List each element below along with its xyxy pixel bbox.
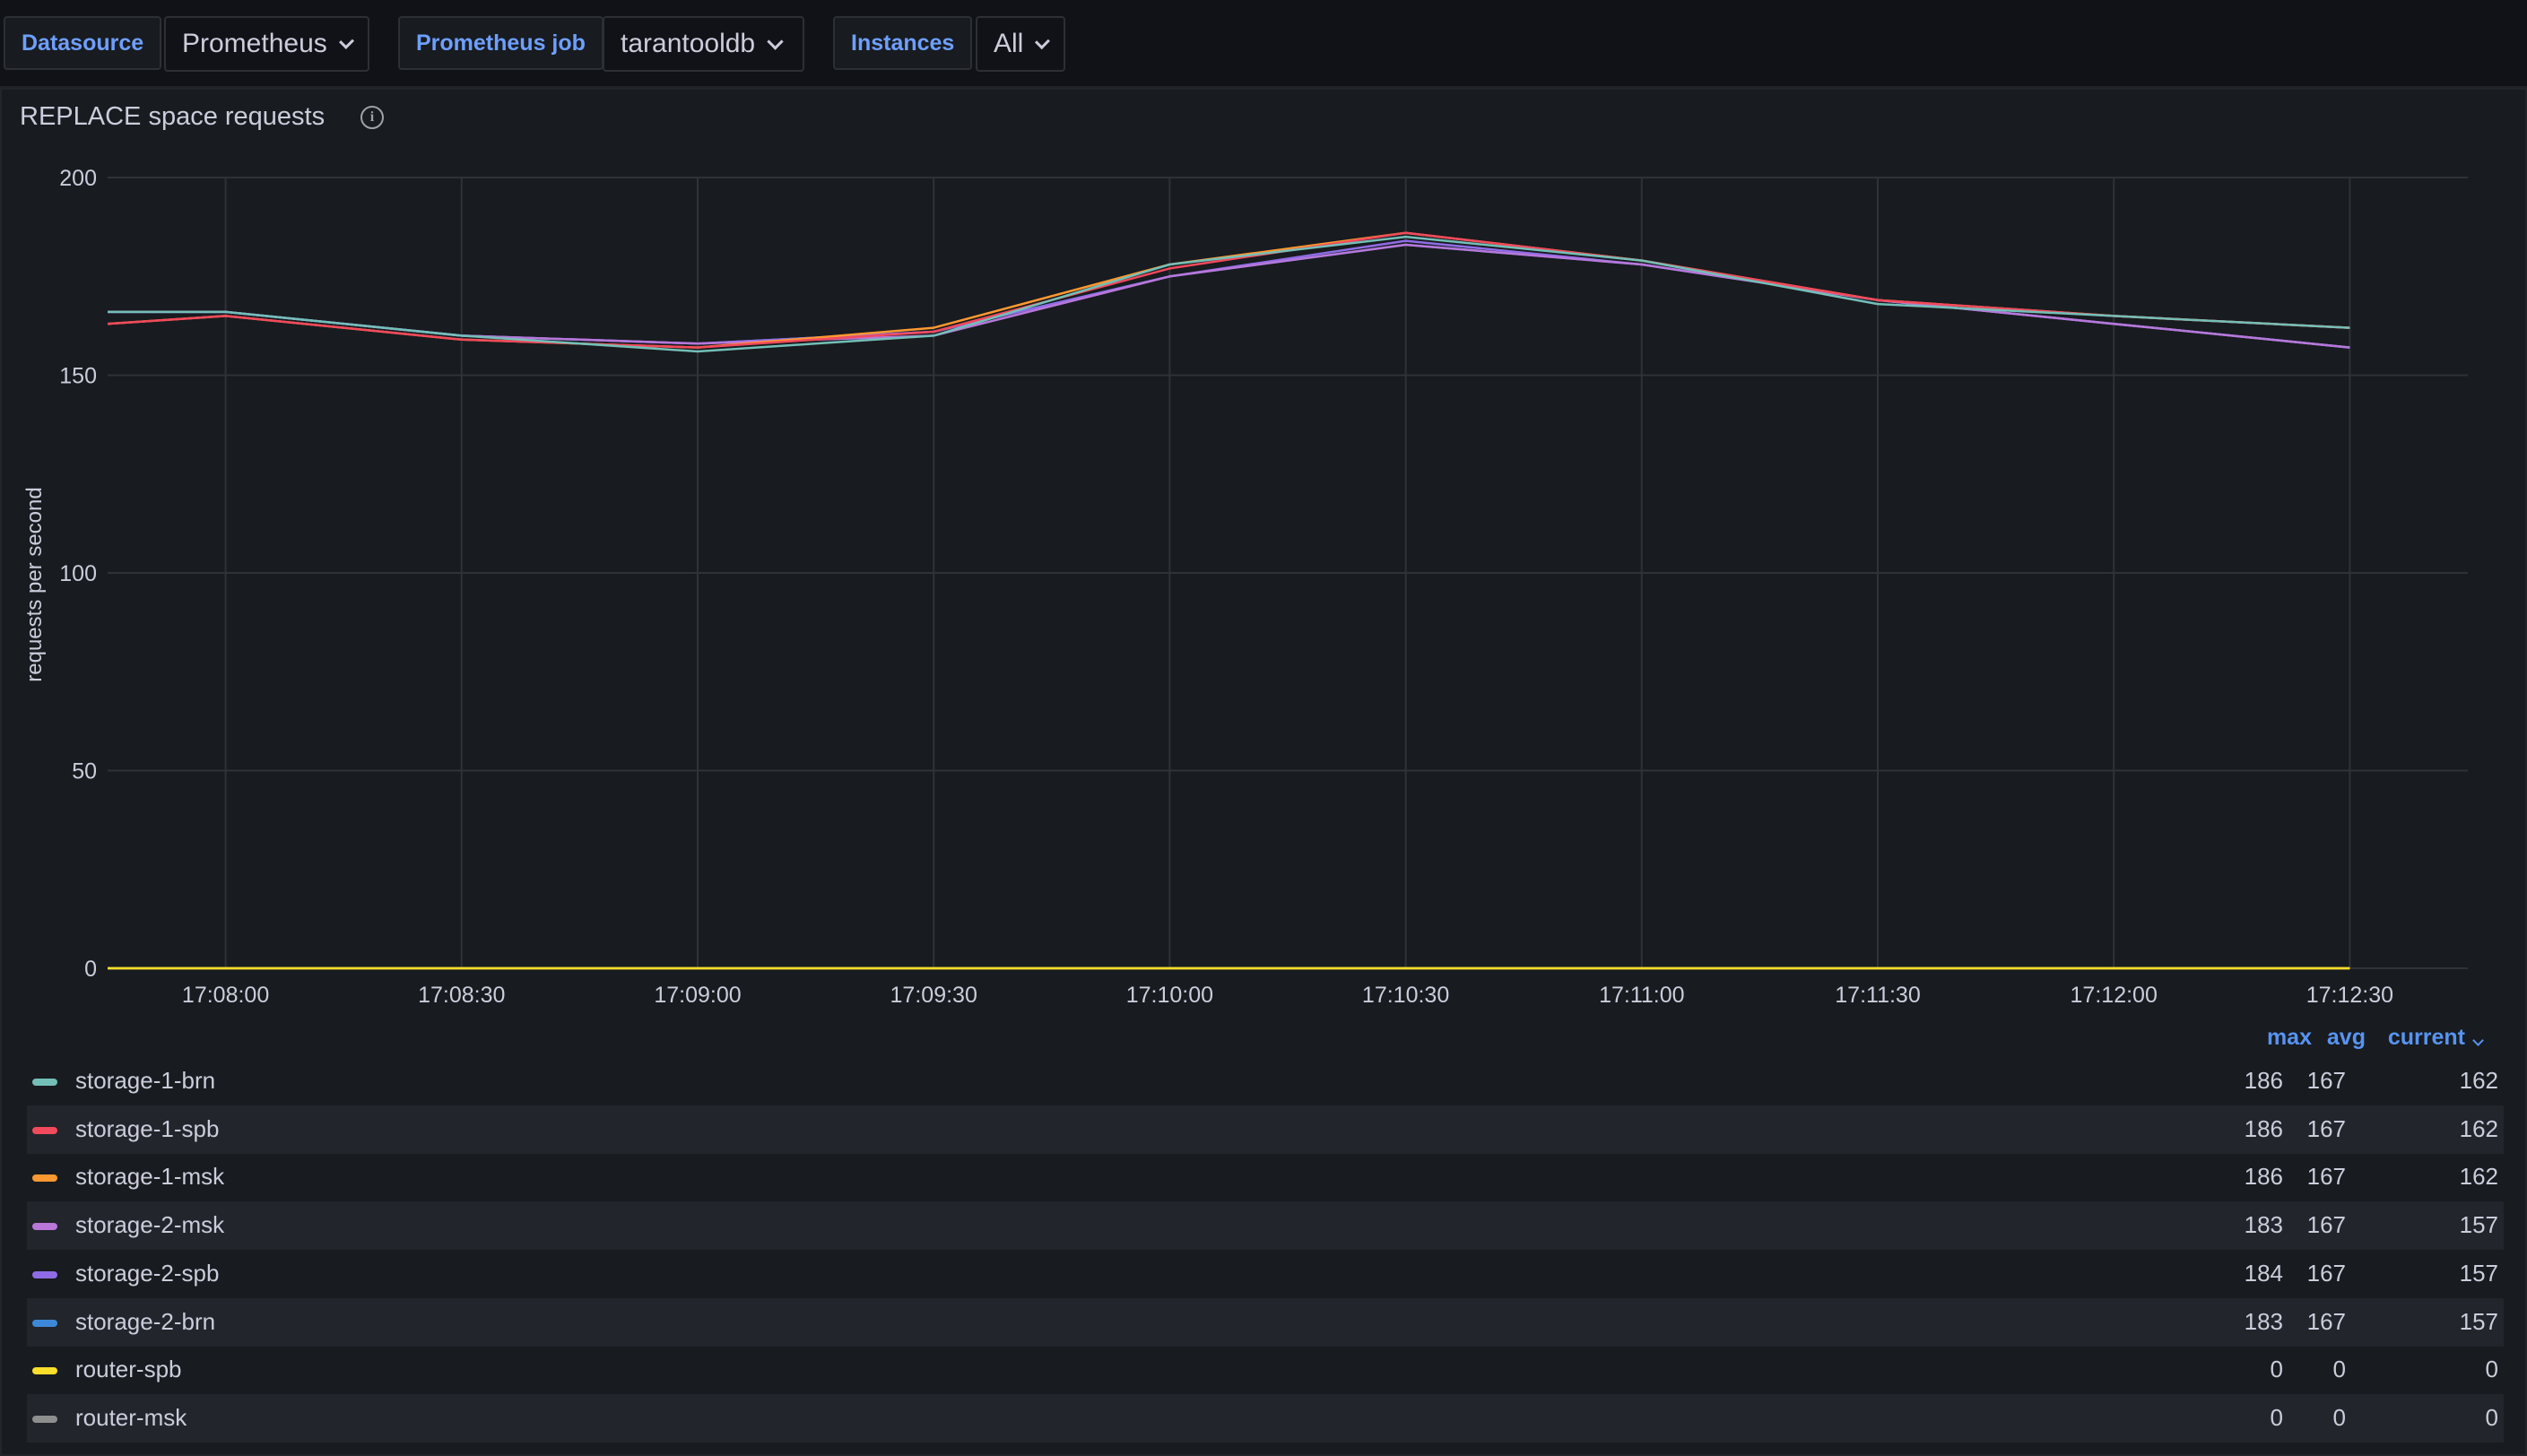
y-tick-label: 50 [72,759,97,784]
legend-series-name[interactable]: storage-2-spb [75,1260,219,1287]
x-tick-label: 17:08:30 [418,983,505,1008]
legend-current-value: 157 [2459,1307,2498,1335]
x-tick-label: 17:09:00 [654,983,741,1008]
series-line-storage-1-msk [107,231,2350,349]
legend-row[interactable]: storage-2-spb 184 167 157 [27,1250,2504,1298]
x-tick-label: 17:12:00 [2071,983,2158,1008]
series-color-swatch [32,1415,57,1423]
legend-current-value: 0 [2485,1356,2498,1383]
legend-header-current-label: current [2387,1025,2465,1050]
legend-current-value: 0 [2485,1403,2498,1431]
legend-row[interactable]: storage-1-brn 186 167 162 [27,1057,2504,1105]
series-color-swatch [32,1223,57,1231]
y-tick-label: 0 [84,957,97,982]
x-tick-label: 17:11:30 [1835,983,1920,1008]
legend-max-value: 184 [2244,1259,2283,1287]
legend-current-value: 157 [2459,1211,2498,1239]
legend-series-name[interactable]: storage-2-msk [75,1211,224,1239]
y-axis-label: requests per second [22,487,47,681]
y-tick-label: 150 [59,364,97,389]
y-tick-label: 100 [59,561,97,586]
series-color-swatch [32,1079,57,1086]
legend-series-name[interactable]: storage-2-brn [75,1308,215,1336]
series-line-storage-1-spb [107,231,2350,349]
legend-avg-value: 167 [2306,1211,2346,1239]
series-color-swatch [32,1319,57,1327]
legend-header-max[interactable]: max [2242,1025,2312,1051]
legend-row[interactable]: storage-1-spb 186 167 162 [27,1105,2504,1154]
legend-series-name[interactable]: storage-1-brn [75,1067,215,1095]
y-tick-label: 200 [59,166,97,191]
legend-series-name[interactable]: router-spb [75,1356,182,1383]
series-color-swatch [32,1367,57,1375]
x-tick-label: 17:10:00 [1126,983,1213,1008]
legend-avg-value: 0 [2332,1403,2346,1431]
legend-row[interactable]: router-msk 0 0 0 [27,1393,2504,1443]
legend-max-value: 0 [2270,1356,2283,1383]
legend-max-value: 0 [2270,1403,2283,1431]
series-color-swatch [32,1126,57,1134]
x-tick-label: 17:12:30 [2306,983,2393,1008]
legend-avg-value: 0 [2332,1356,2346,1383]
series-line-storage-1-brn [108,235,2350,353]
legend-current-value: 162 [2459,1163,2498,1191]
x-tick-label: 17:11:00 [1599,983,1684,1008]
x-tick-label: 17:08:00 [182,983,269,1008]
legend-series-name[interactable]: storage-1-spb [75,1115,219,1143]
legend-current-value: 162 [2459,1114,2498,1142]
legend-avg-value: 167 [2306,1163,2346,1191]
legend-row[interactable]: storage-2-msk 183 167 157 [27,1201,2504,1251]
chevron-down-icon [2472,1035,2484,1046]
legend-current-value: 157 [2459,1259,2498,1287]
legend-max-value: 186 [2244,1163,2283,1191]
legend-avg-value: 167 [2306,1307,2346,1335]
x-tick-label: 17:09:30 [890,983,977,1008]
legend-row[interactable]: storage-1-msk 186 167 162 [27,1153,2504,1201]
legend-series-name[interactable]: router-msk [75,1404,187,1432]
x-tick-label: 17:10:30 [1362,983,1449,1008]
legend-max-value: 186 [2244,1067,2283,1094]
legend-max-value: 186 [2244,1114,2283,1142]
legend-avg-value: 167 [2306,1067,2346,1094]
legend-row[interactable]: storage-2-brn 183 167 157 [27,1297,2504,1347]
legend-avg-value: 167 [2306,1259,2346,1287]
legend-header-current[interactable]: current [2375,1025,2484,1051]
legend-max-value: 183 [2244,1211,2283,1239]
legend-series-name[interactable]: storage-1-msk [75,1163,224,1191]
series-color-swatch [32,1174,57,1183]
legend-avg-value: 167 [2306,1114,2346,1142]
legend-max-value: 183 [2244,1307,2283,1335]
legend-header-avg[interactable]: avg [2312,1025,2366,1051]
legend-row[interactable]: router-spb 0 0 0 [27,1346,2504,1394]
series-color-swatch [32,1270,57,1278]
legend-current-value: 162 [2459,1067,2498,1094]
